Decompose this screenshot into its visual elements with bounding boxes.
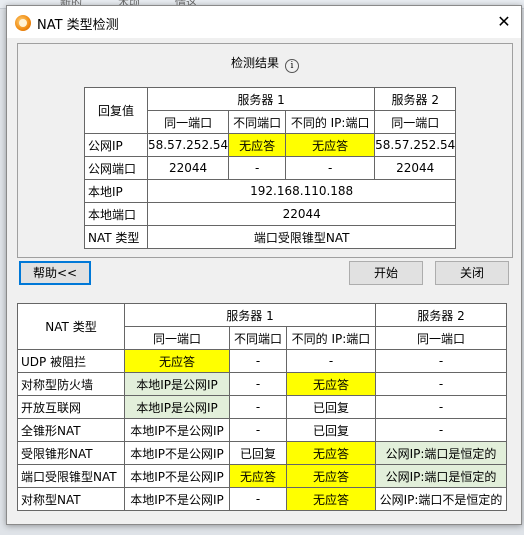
cell-value: - [375,395,507,419]
row-label: 公网IP [84,133,148,157]
cell-value: 无应答 [286,372,376,396]
cell-value: 无应答 [286,464,376,488]
cell-value: - [375,418,507,442]
nat-detection-dialog: NAT 类型检测 ✕ 检测结果 i 回复值 服务器 1 服务器 2 同一端口 不同… [6,5,522,525]
cell-value: 22044 [146,202,457,226]
subheader-diff-port: 不同端口 [229,326,287,350]
row-label: UDP 被阻拦 [17,349,125,373]
cell-value: 22044 [374,156,457,180]
row-label: 本地端口 [84,202,148,226]
subheader-same-port-2: 同一端口 [375,326,507,350]
row-label: 全锥形NAT [17,418,125,442]
cell-value: - [228,156,287,180]
header-nat-type: NAT 类型 [17,303,125,350]
header-server2: 服务器 2 [374,87,457,111]
cell-value: 公网IP:端口不是恒定的 [375,487,507,511]
table-header-row: NAT 类型 服务器 1 服务器 2 [17,303,507,350]
subheader-same-port-2: 同一端口 [374,110,457,134]
header-reply: 回复值 [84,87,148,134]
subheader-same-port: 同一端口 [146,110,230,134]
cell-value: 192.168.110.188 [146,179,457,203]
subheader-same-port: 同一端口 [124,326,230,350]
result-heading: 检测结果 i [18,54,512,73]
cell-value: - [286,349,376,373]
cell-value: 无应答 [228,133,287,157]
row-label: NAT 类型 [84,225,148,249]
result-title: 检测结果 [230,56,279,70]
cell-value: 22044 [146,156,230,180]
subheader-diff-port: 不同端口 [228,110,287,134]
cell-value: 端口受限锥型NAT [146,225,457,249]
cell-value: 本地IP是公网IP [124,372,230,396]
table-row: 受限锥形NAT 本地IP不是公网IP 已回复 无应答 公网IP:端口是恒定的 [17,441,507,465]
table-header-row: 回复值 服务器 1 服务器 2 [84,87,457,134]
row-label: 受限锥形NAT [17,441,125,465]
cell-value: 本地IP不是公网IP [124,418,230,442]
header-server1: 服务器 1 [146,87,376,111]
app-logo-icon [15,15,31,31]
header-server2: 服务器 2 [375,303,507,327]
cell-value: 无应答 [285,133,376,157]
cell-value: 已回复 [229,441,287,465]
cell-value: - [229,418,287,442]
table-row: 对称型NAT 本地IP不是公网IP - 无应答 公网IP:端口不是恒定的 [17,487,507,511]
cell-value: 本地IP不是公网IP [124,441,230,465]
dialog-title: NAT 类型检测 [37,18,119,33]
cell-value: 本地IP不是公网IP [124,464,230,488]
table-row: 开放互联网 本地IP是公网IP - 已回复 - [17,395,507,419]
cell-value: 58.57.252.54 [146,133,230,157]
table-row: 对称型防火墙 本地IP是公网IP - 无应答 - [17,372,507,396]
result-table: 回复值 服务器 1 服务器 2 同一端口 不同端口 不同的 IP:端口 同一端口… [84,87,457,249]
table-row: 端口受限锥型NAT 本地IP不是公网IP 无应答 无应答 公网IP:端口是恒定的 [17,464,507,488]
row-label: 对称型NAT [17,487,125,511]
row-label: 对称型防火墙 [17,372,125,396]
table-row: 公网IP 58.57.252.54 无应答 无应答 58.57.252.54 [84,133,457,157]
cell-value: 无应答 [286,487,376,511]
cell-value: 公网IP:端口是恒定的 [375,441,507,465]
cell-value: 无应答 [286,441,376,465]
table-row: 全锥形NAT 本地IP不是公网IP - 已回复 - [17,418,507,442]
cell-value: 本地IP是公网IP [124,395,230,419]
dialog-titlebar[interactable]: NAT 类型检测 ✕ [7,6,521,38]
cell-value: 已回复 [286,418,376,442]
cell-value: 无应答 [229,464,287,488]
cell-value: - [229,395,287,419]
row-label: 公网端口 [84,156,148,180]
header-server1: 服务器 1 [124,303,376,327]
cell-value: 58.57.252.54 [374,133,457,157]
table-row: 本地IP 192.168.110.188 [84,179,457,203]
cell-value: 无应答 [124,349,230,373]
row-label: 本地IP [84,179,148,203]
close-button[interactable]: 关闭 [435,261,509,285]
cell-value: - [375,372,507,396]
info-icon[interactable]: i [285,59,299,73]
subheader-diff-ip-port: 不同的 IP:端口 [285,110,376,134]
result-panel: 检测结果 i 回复值 服务器 1 服务器 2 同一端口 不同端口 不同的 IP:端… [17,43,513,258]
table-row: UDP 被阻拦 无应答 - - - [17,349,507,373]
table-row: 公网端口 22044 - - 22044 [84,156,457,180]
cell-value: - [229,487,287,511]
table-row: NAT 类型 端口受限锥型NAT [84,225,457,249]
cell-value: - [229,372,287,396]
cell-value: - [285,156,376,180]
cell-value: 本地IP不是公网IP [124,487,230,511]
table-row: 本地端口 22044 [84,202,457,226]
close-icon[interactable]: ✕ [487,6,521,38]
cell-value: 公网IP:端口是恒定的 [375,464,507,488]
row-label: 开放互联网 [17,395,125,419]
subheader-diff-ip-port: 不同的 IP:端口 [286,326,376,350]
cell-value: - [375,349,507,373]
row-label: 端口受限锥型NAT [17,464,125,488]
reference-table: NAT 类型 服务器 1 服务器 2 同一端口 不同端口 不同的 IP:端口 同… [17,303,507,511]
start-button[interactable]: 开始 [349,261,423,285]
cell-value: 已回复 [286,395,376,419]
help-button[interactable]: 帮助<< [19,261,91,285]
cell-value: - [229,349,287,373]
